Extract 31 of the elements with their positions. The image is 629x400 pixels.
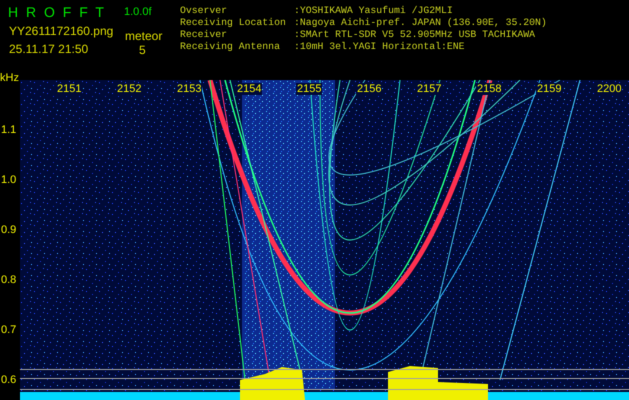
axis-label: 2200: [596, 83, 622, 95]
axis-label: 2151: [56, 83, 82, 95]
info-value: :YOSHIKAWA Yasufumi /JG2MLI: [294, 5, 453, 16]
axis-label: 0.8: [1, 274, 16, 286]
axis-label: 2155: [296, 83, 322, 95]
info-value: :SMArt RTL-SDR V5 52.905MHz USB TACHIKAWA: [294, 29, 536, 40]
axis-label: 2159: [536, 83, 562, 95]
axis-label: 2152: [116, 83, 142, 95]
app-title: H R O F F T: [8, 3, 104, 21]
mode-label: meteor: [125, 28, 162, 45]
info-value: :Nagoya Aichi-pref. JAPAN (136.90E, 35.20N): [294, 17, 547, 28]
axis-label: 1.1: [1, 124, 16, 136]
info-label: Receiving Antenna: [180, 41, 281, 53]
axis-label: 2156: [356, 83, 382, 95]
info-value: :10mH 3el.YAGI Horizontal:ENE: [294, 41, 464, 52]
axis-unit: kHz: [0, 72, 19, 84]
axis-label: 2157: [416, 83, 442, 95]
axis-label: 2154: [236, 83, 262, 95]
version-label: 1.0.0f: [124, 5, 152, 20]
info-label: Ovserver: [180, 5, 228, 17]
axis-label: 2153: [176, 83, 202, 95]
file-name: YY2611172160.png: [9, 23, 114, 40]
axis-label: 1.0: [1, 174, 16, 186]
info-label: Receiver: [180, 29, 228, 41]
info-label: Receiving Location: [180, 17, 287, 29]
count-value: 5: [139, 42, 146, 59]
axis-label: 0.6: [1, 374, 16, 386]
axis-label: 0.9: [1, 224, 16, 236]
date-time: 25.11.17 21:50: [9, 41, 88, 58]
axis-label: 0.7: [1, 324, 16, 336]
axis-label: 2158: [476, 83, 502, 95]
